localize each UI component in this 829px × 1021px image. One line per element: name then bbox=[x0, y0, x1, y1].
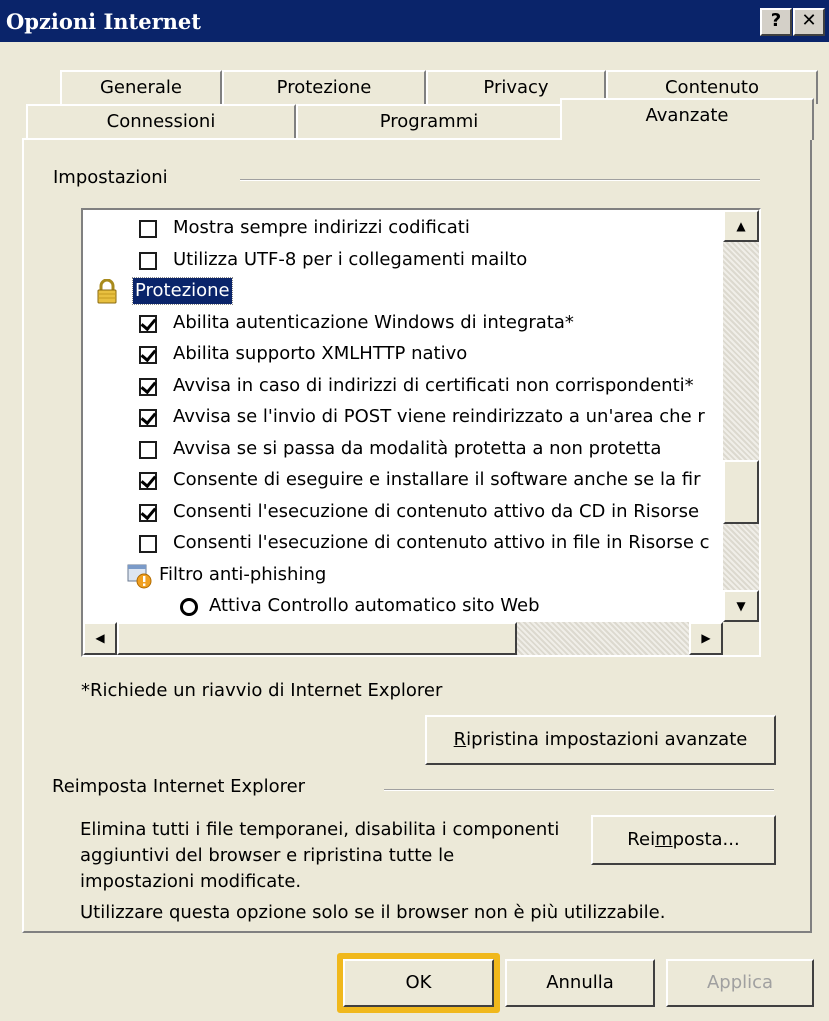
tab-protezione[interactable]: Protezione bbox=[222, 70, 426, 104]
scrollbar-corner bbox=[723, 622, 759, 655]
button-label: ipristina impostazioni avanzate bbox=[466, 729, 748, 750]
help-button[interactable]: ? bbox=[760, 8, 792, 36]
radio-button[interactable] bbox=[180, 598, 198, 616]
checkbox-checked[interactable] bbox=[139, 503, 157, 522]
settings-list-content: Mostra sempre indirizzi codificati Utiliz… bbox=[83, 210, 723, 622]
reset-description-line: Elimina tutti i file temporanei, disabil… bbox=[80, 819, 560, 840]
group-divider bbox=[240, 179, 760, 181]
tab-label: Connessioni bbox=[106, 111, 216, 132]
tab-label: Generale bbox=[99, 77, 182, 98]
tab-label: Protezione bbox=[276, 77, 372, 98]
checkbox-checked[interactable] bbox=[139, 377, 157, 396]
reset-warning-note: Utilizzare questa opzione solo se il bro… bbox=[80, 902, 666, 923]
button-label: posta... bbox=[672, 829, 740, 850]
tab-connessioni[interactable]: Connessioni bbox=[26, 104, 296, 138]
tab-generale[interactable]: Generale bbox=[60, 70, 222, 104]
checkbox-checked[interactable] bbox=[139, 472, 157, 490]
button-label-prefix: Rei bbox=[627, 829, 656, 850]
scroll-up-button[interactable]: ▲ bbox=[723, 210, 759, 242]
tab-label: Avanzate bbox=[645, 105, 729, 126]
ok-button-highlight bbox=[337, 953, 500, 1013]
setting-label: Mostra sempre indirizzi codificati bbox=[173, 217, 470, 238]
setting-label: Avvisa in caso di indirizzi di certifica… bbox=[173, 374, 694, 396]
button-mnemonic: m bbox=[655, 829, 673, 850]
tab-label: Privacy bbox=[483, 77, 549, 98]
tab-programmi[interactable]: Programmi bbox=[296, 104, 562, 138]
horizontal-scroll-thumb[interactable] bbox=[117, 622, 517, 655]
window-title: Opzioni Internet bbox=[6, 9, 201, 34]
advanced-settings-list[interactable]: Mostra sempre indirizzi codificati Utiliz… bbox=[81, 208, 761, 657]
setting-label: Consenti l'esecuzione di contenuto attiv… bbox=[173, 500, 700, 522]
tab-label: Programmi bbox=[379, 111, 479, 132]
settings-group-label: Impostazioni bbox=[53, 167, 176, 188]
setting-label: Avvisa se si passa da modalità protetta … bbox=[173, 437, 662, 459]
cancel-button[interactable]: Annulla bbox=[505, 959, 655, 1007]
checkbox-checked[interactable] bbox=[139, 314, 157, 333]
checkbox-checked[interactable] bbox=[139, 346, 157, 364]
scroll-right-button[interactable]: ▶ bbox=[689, 622, 723, 655]
up-arrow-icon: ▲ bbox=[736, 219, 746, 233]
right-arrow-icon: ▶ bbox=[701, 631, 711, 645]
vertical-scroll-thumb[interactable] bbox=[723, 460, 759, 524]
left-arrow-icon: ◀ bbox=[95, 631, 105, 645]
close-button[interactable]: ✕ bbox=[793, 8, 825, 36]
scroll-down-button[interactable]: ▼ bbox=[723, 590, 759, 622]
restart-note: *Richiede un riavvio di Internet Explore… bbox=[81, 680, 443, 701]
tab-avanzate[interactable]: Avanzate bbox=[560, 98, 814, 140]
button-mnemonic: R bbox=[453, 729, 467, 750]
setting-label: Attiva Controllo automatico sito Web bbox=[209, 595, 540, 616]
setting-label: Consenti l'esecuzione di contenuto attiv… bbox=[173, 532, 710, 553]
setting-label: Utilizza UTF-8 per i collegamenti mailto bbox=[173, 248, 528, 270]
checkbox-checked[interactable] bbox=[139, 409, 157, 427]
internet-options-dialog: Opzioni Internet ? ✕ Generale Protezione… bbox=[0, 0, 829, 1021]
setting-label: Abilita supporto XMLHTTP nativo bbox=[173, 343, 468, 364]
phishing-filter-icon bbox=[127, 563, 153, 600]
setting-label: Filtro anti-phishing bbox=[159, 563, 327, 585]
checkbox-unchecked[interactable] bbox=[139, 251, 157, 270]
checkbox-unchecked[interactable] bbox=[139, 220, 157, 238]
reset-description-line: impostazioni modificate. bbox=[80, 871, 302, 892]
scroll-left-button[interactable]: ◀ bbox=[83, 622, 117, 655]
horizontal-scrollbar[interactable]: ◀ ▶ bbox=[83, 622, 723, 655]
checkbox-unchecked[interactable] bbox=[139, 440, 157, 459]
title-bar[interactable]: Opzioni Internet ? ✕ bbox=[0, 0, 829, 42]
reset-group-label: Reimposta Internet Explorer bbox=[52, 776, 314, 797]
setting-label: Protezione bbox=[132, 277, 233, 305]
vertical-scrollbar[interactable]: ▲ ▼ bbox=[723, 210, 759, 622]
down-arrow-icon: ▼ bbox=[736, 599, 746, 613]
group-divider bbox=[384, 789, 774, 791]
tab-label: Contenuto bbox=[664, 77, 759, 98]
reset-button[interactable]: Reimposta... bbox=[591, 815, 776, 865]
lock-icon bbox=[95, 278, 119, 316]
reset-description-line: aggiuntivi del browser e ripristina tutt… bbox=[80, 845, 455, 866]
restore-advanced-settings-button[interactable]: Ripristina impostazioni avanzate bbox=[425, 715, 776, 765]
apply-button[interactable]: Applica bbox=[666, 959, 814, 1007]
setting-label: Abilita autenticazione Windows di integr… bbox=[173, 311, 574, 333]
setting-label: Avvisa se l'invio di POST viene reindiri… bbox=[173, 406, 705, 427]
setting-label: Consente di eseguire e installare il sof… bbox=[173, 469, 701, 490]
checkbox-unchecked[interactable] bbox=[139, 535, 157, 553]
